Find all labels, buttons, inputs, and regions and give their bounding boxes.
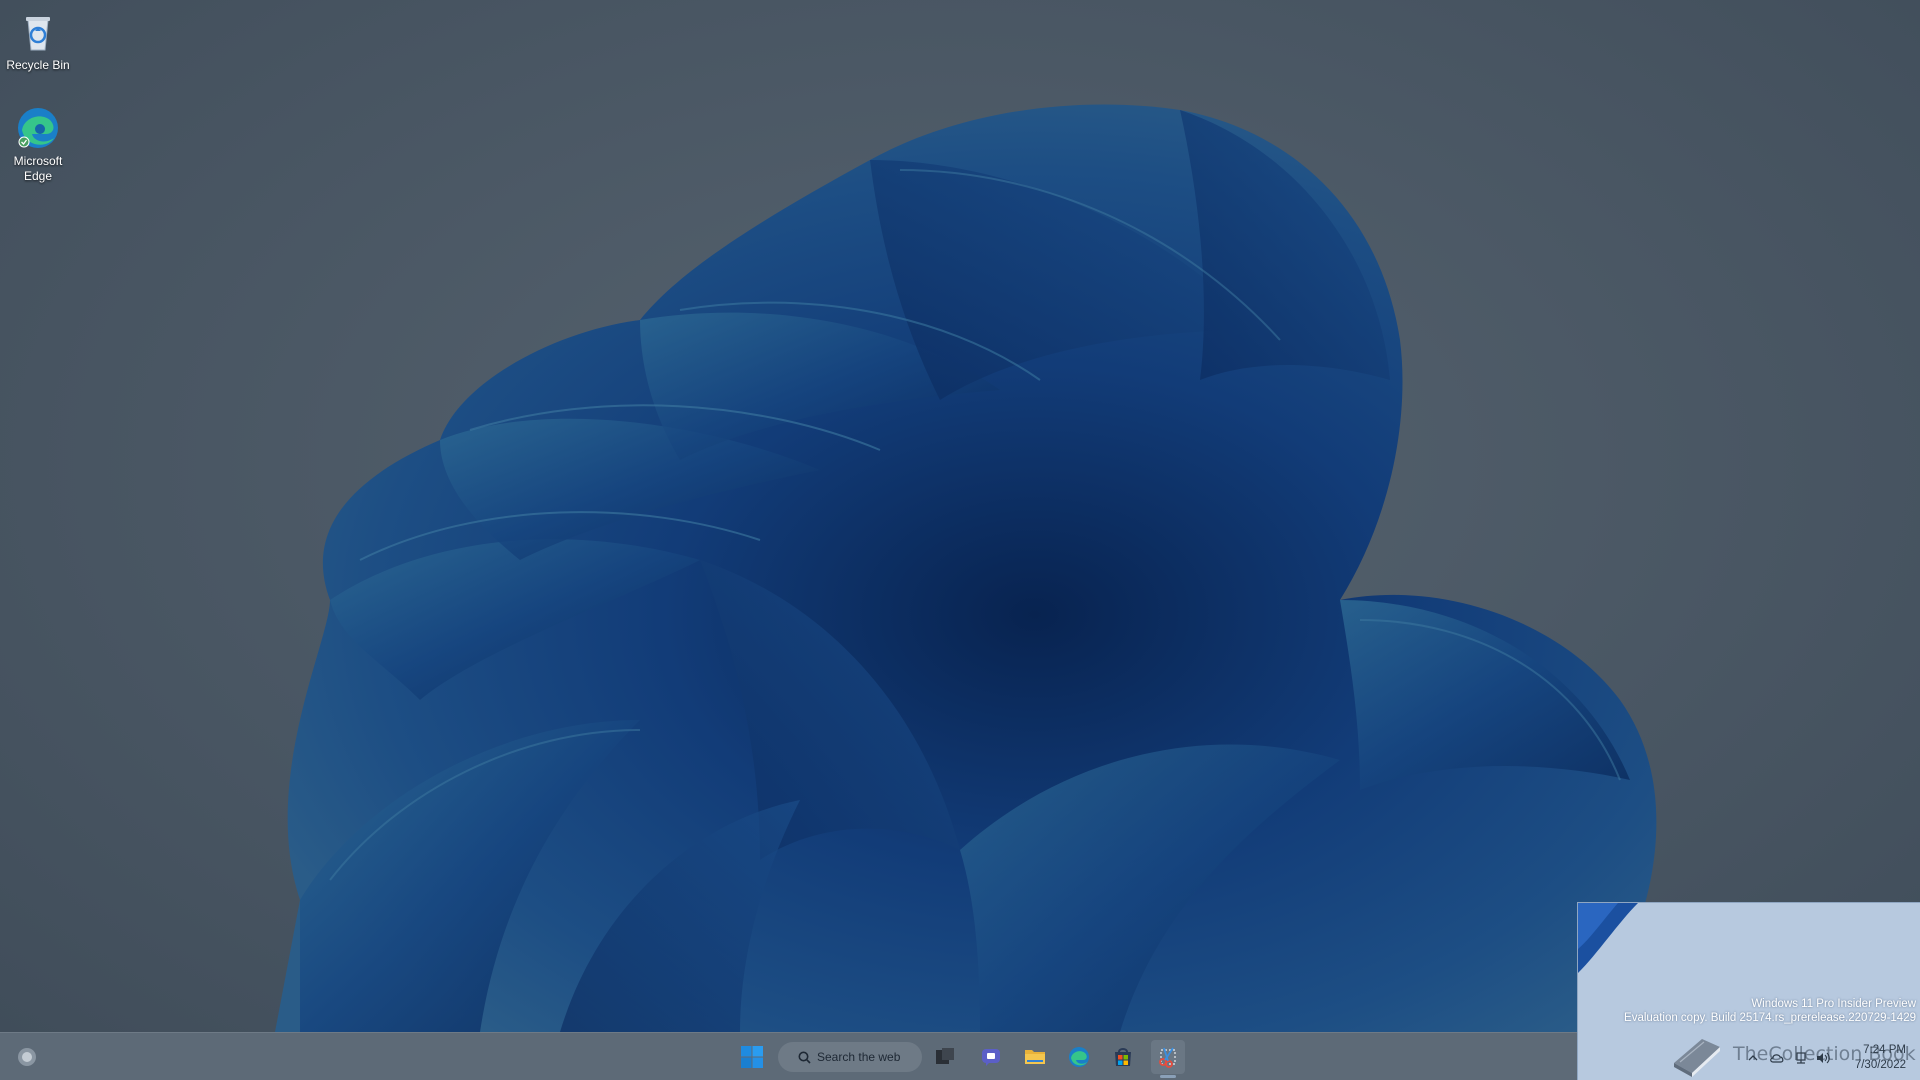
desktop-icon-recycle-bin[interactable]: Recycle Bin [0, 8, 76, 73]
edge-icon [1069, 1047, 1089, 1067]
widgets-button[interactable] [10, 1040, 44, 1074]
watermark-line-2: Evaluation copy. Build 25174.rs_prerelea… [1624, 1012, 1916, 1024]
search-box[interactable]: Search the web [778, 1042, 922, 1072]
folder-icon [1025, 1050, 1045, 1064]
widgets-icon [18, 1048, 36, 1066]
task-view-button[interactable] [928, 1040, 962, 1074]
store-button[interactable] [1106, 1040, 1140, 1074]
desktop: Recycle Bin Microsoft Edge [0, 0, 1920, 1032]
chevron-up-icon [1748, 1055, 1758, 1061]
clock-date: 7/30/2022 [1854, 1059, 1906, 1071]
desktop-icon-label: Recycle Bin [6, 58, 70, 72]
windows-logo-icon [741, 1046, 763, 1068]
desktop-icon-label: Microsoft Edge [13, 154, 63, 183]
search-label: Search the web [817, 1050, 901, 1064]
snipping-tool-icon [1159, 1047, 1176, 1068]
active-app-indicator [1160, 1075, 1176, 1078]
clock-time: 7:24 PM [1863, 1044, 1906, 1056]
cloud-icon [1770, 1054, 1784, 1063]
snipping-tool-button[interactable] [1151, 1040, 1185, 1074]
build-watermark: Windows 11 Pro Insider Preview Evaluatio… [1624, 997, 1916, 1025]
search-icon [798, 1051, 811, 1064]
book-logo-icon [1674, 1039, 1720, 1077]
chat-button[interactable] [974, 1040, 1008, 1074]
task-view-icon [936, 1048, 954, 1064]
start-button[interactable] [735, 1040, 769, 1074]
overlay-bloom-corner [1578, 903, 1638, 973]
tray-overflow-button[interactable] [1744, 1049, 1762, 1067]
tray-clock[interactable]: 7:24 PM 7/30/2022 [1855, 1043, 1906, 1073]
edge-icon [14, 104, 62, 152]
chat-icon [982, 1049, 1000, 1066]
recycle-bin-icon [14, 8, 62, 56]
store-icon [1115, 1048, 1131, 1066]
tray-onedrive[interactable] [1768, 1049, 1786, 1067]
watermark-overlay: Windows 11 Pro Insider Preview Evaluatio… [1577, 902, 1920, 1080]
network-icon [1796, 1052, 1806, 1064]
watermark-line-1: Windows 11 Pro Insider Preview [1751, 998, 1916, 1010]
speaker-icon [1817, 1052, 1830, 1064]
desktop-icon-edge[interactable]: Microsoft Edge [0, 104, 76, 184]
tray-volume[interactable] [1814, 1049, 1832, 1067]
tray-network[interactable] [1792, 1049, 1810, 1067]
file-explorer-button[interactable] [1018, 1040, 1052, 1074]
edge-taskbar-button[interactable] [1062, 1040, 1096, 1074]
wallpaper-bloom [275, 104, 1657, 1032]
